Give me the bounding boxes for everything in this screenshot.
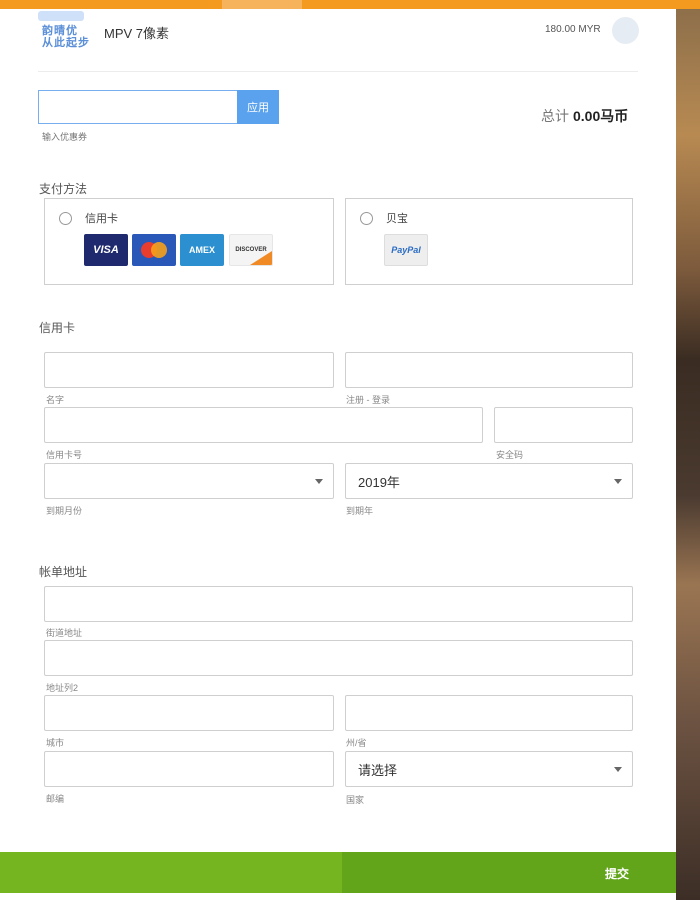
credit-card-radio[interactable] [59,212,72,225]
expiry-month-caption: 到期月份 [46,506,83,516]
paypal-radio[interactable] [360,212,373,225]
billing-address-title: 帐单地址 [39,565,88,579]
top-accent-bar [0,0,700,9]
state-province-caption: 州/省 [346,738,367,748]
background-photo-strip [676,0,700,900]
credit-card-option-label: 信用卡 [85,213,118,225]
country-caption: 国家 [346,795,365,805]
card-number-field[interactable] [44,407,483,443]
top-bar-highlight [222,0,302,9]
brand-logo: 韵晴优 从此起步 [38,11,89,61]
amex-logo-icon: AMEX [180,234,224,266]
coupon-input[interactable] [38,90,237,124]
paypal-option[interactable]: 贝宝 PayPal [345,198,633,285]
register-login-field[interactable] [345,352,633,388]
chevron-down-icon [614,767,622,772]
street-address-caption: 街道地址 [46,628,83,638]
cvv-field[interactable] [494,407,633,443]
paypal-logo-icon: PayPal [384,234,428,266]
zip-code-caption: 邮编 [46,794,65,804]
country-select[interactable]: 请选择 [345,751,633,787]
address-line2-caption: 地址列2 [46,683,79,693]
cardholder-name-caption: 名字 [46,395,65,405]
chevron-down-icon [315,479,323,484]
submit-bar-left-segment [0,852,342,893]
submit-button[interactable]: 提交 [605,865,629,882]
product-thumbnail [612,17,639,44]
logo-text: 韵晴优 从此起步 [42,25,90,49]
total-amount: 0.00马币 [573,108,629,124]
order-total: 总计 0.00马币 [541,106,628,126]
paypal-option-label: 贝宝 [386,213,408,225]
product-name: MPV 7像素 [104,26,170,41]
card-number-caption: 信用卡号 [46,450,83,460]
header-divider [38,71,638,72]
coupon-caption: 输入优惠券 [42,132,88,142]
expiry-month-select[interactable] [44,463,334,499]
expiry-year-value: 2019年 [358,474,400,490]
cvv-caption: 安全码 [496,450,524,460]
apply-coupon-button[interactable]: 应用 [237,90,279,124]
expiry-year-caption: 到期年 [346,506,374,516]
city-field[interactable] [44,695,334,731]
expiry-year-select[interactable]: 2019年 [345,463,633,499]
logo-banner [38,11,84,21]
product-price: 180.00 MYR [545,24,601,35]
address-line2-field[interactable] [44,640,633,676]
discover-logo-icon: DISCOVER [229,234,273,266]
zip-code-field[interactable] [44,751,334,787]
total-label: 总计 [541,108,569,124]
visa-logo-icon: VISA [84,234,128,266]
country-value: 请选择 [358,762,398,778]
street-address-field[interactable] [44,586,633,622]
credit-card-section-title: 信用卡 [39,321,76,335]
submit-bar[interactable]: 提交 [0,852,676,893]
chevron-down-icon [614,479,622,484]
mastercard-logo-icon [132,234,176,266]
cardholder-name-field[interactable] [44,352,334,388]
city-caption: 城市 [46,738,65,748]
payment-method-title: 支付方法 [39,182,88,196]
state-province-field[interactable] [345,695,633,731]
register-login-caption: 注册 - 登录 [346,395,390,405]
credit-card-option[interactable]: 信用卡 VISA AMEX DISCOVER [44,198,334,285]
checkout-panel: 韵晴优 从此起步 MPV 7像素 180.00 MYR 应用 输入优惠券 总计 0… [0,9,676,900]
